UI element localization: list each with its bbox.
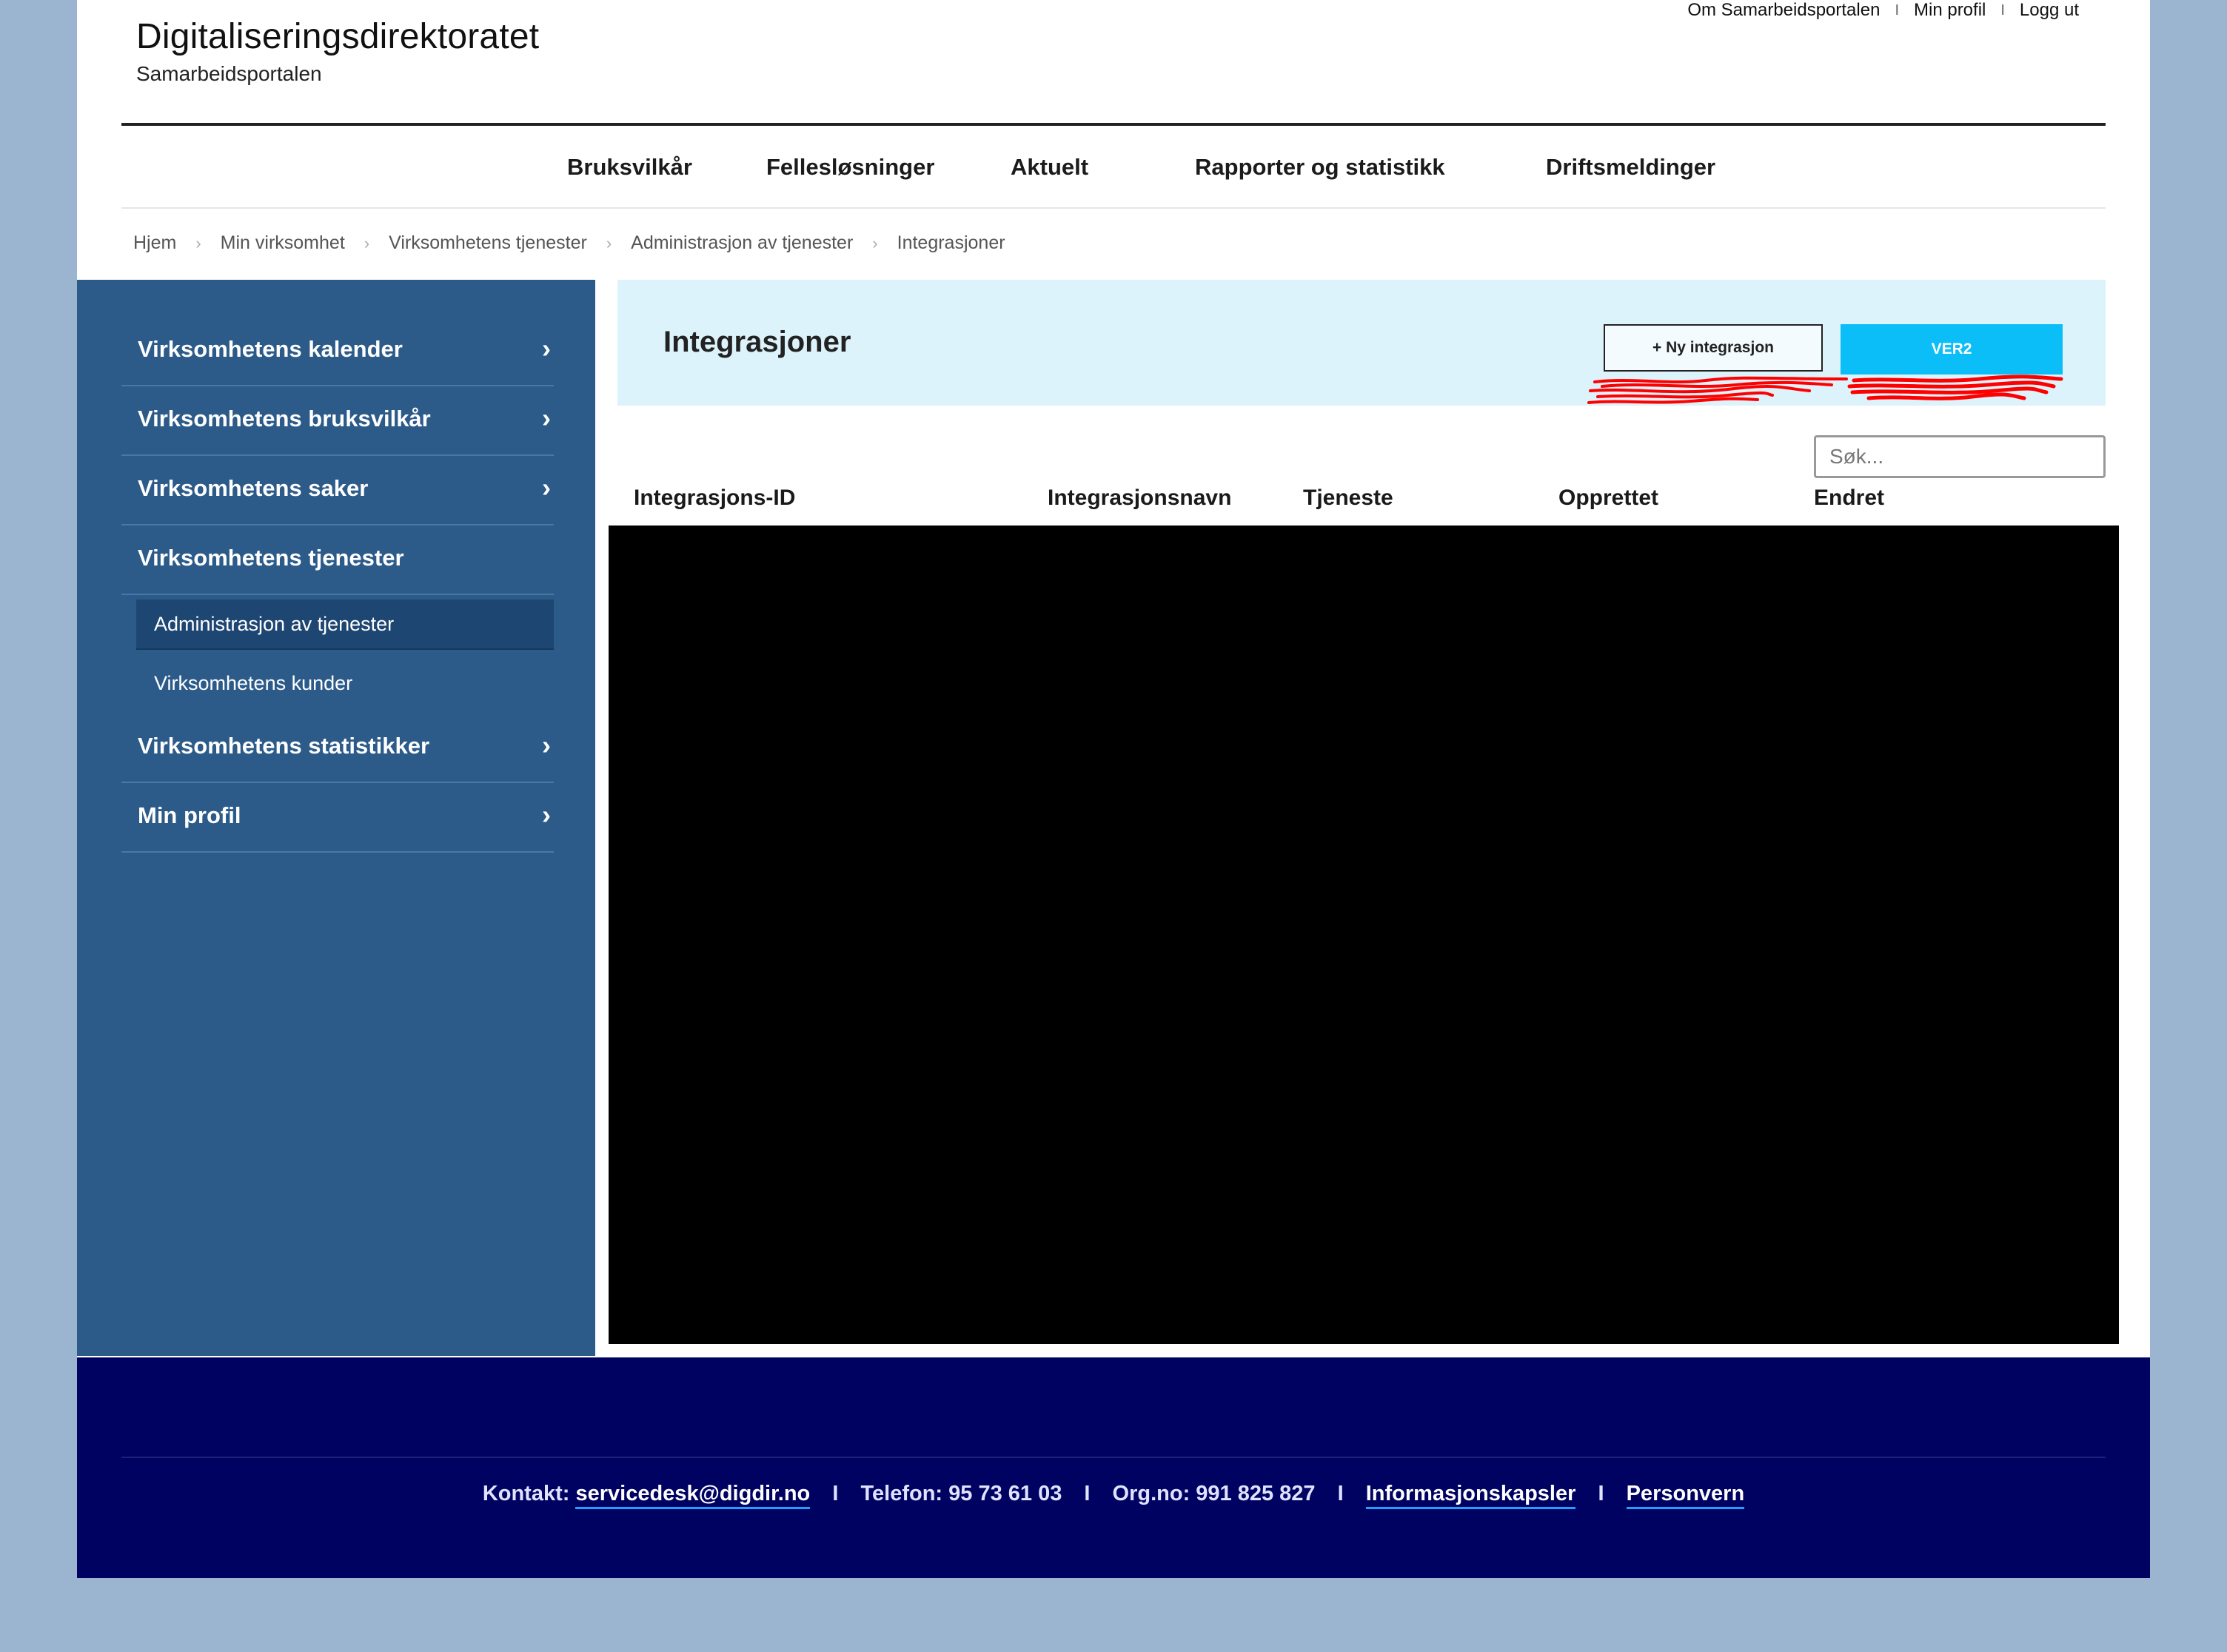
red-scribble-annotation [1587, 376, 1848, 404]
new-integration-button[interactable]: + Ny integrasjon [1604, 324, 1823, 372]
chevron-right-icon: › [542, 403, 551, 433]
sidebar-item-tjenester[interactable]: Virksomhetens tjenester [121, 526, 554, 595]
footer-privacy-link[interactable]: Personvern [1626, 1482, 1745, 1509]
sidebar-subitem-virksomhetens-kunder[interactable]: Virksomhetens kunder [136, 659, 554, 708]
sidebar-item-label: Virksomhetens tjenester [138, 545, 404, 571]
footer-phone: Telefon: 95 73 61 03 [860, 1482, 1062, 1505]
breadcrumb-virksomhetens-tjenester[interactable]: Virksomhetens tjenester [389, 232, 587, 254]
column-header-integrasjonsnavn[interactable]: Integrasjonsnavn [1048, 486, 1231, 511]
top-link-separator: I [2000, 1, 2005, 19]
footer-orgno: Org.no: 991 825 827 [1112, 1482, 1316, 1505]
nav-bruksvilkar[interactable]: Bruksvilkår [567, 154, 692, 181]
footer-contact-line: Kontakt: servicedesk@digdir.no I Telefon… [77, 1482, 2150, 1509]
sidebar-item-kalender[interactable]: Virksomhetens kalender › [121, 317, 554, 386]
page: Digitaliseringsdirektoratet Samarbeidspo… [77, 0, 2150, 1578]
top-link-logg-ut[interactable]: Logg ut [2020, 0, 2079, 21]
breadcrumb-chevron-icon: › [364, 233, 370, 252]
top-link-om-samarbeidsportalen[interactable]: Om Samarbeidsportalen [1687, 0, 1880, 21]
sidebar-item-label: Virksomhetens bruksvilkår [138, 406, 431, 432]
sidebar: Virksomhetens kalender › Virksomhetens b… [77, 280, 595, 1356]
column-header-integrasjons-id[interactable]: Integrasjons-ID [634, 486, 795, 511]
footer-divider [121, 1457, 2106, 1458]
ver2-button[interactable]: VER2 [1841, 324, 2063, 375]
sidebar-item-statistikker[interactable]: Virksomhetens statistikker › [121, 713, 554, 783]
breadcrumb-min-virksomhet[interactable]: Min virksomhet [221, 232, 345, 254]
column-header-tjeneste[interactable]: Tjeneste [1303, 486, 1393, 511]
footer: Kontakt: servicedesk@digdir.no I Telefon… [77, 1357, 2150, 1578]
footer-contact-label: Kontakt: [482, 1482, 570, 1505]
brand-subtitle: Samarbeidsportalen [136, 62, 322, 85]
page-title: Integrasjoner [663, 326, 851, 358]
sidebar-item-min-profil[interactable]: Min profil › [121, 783, 554, 853]
footer-separator: I [1084, 1482, 1091, 1505]
sidebar-subitem-label: Administrasjon av tjenester [154, 613, 395, 635]
breadcrumb-current: Integrasjoner [897, 232, 1005, 253]
brand-name[interactable]: Digitaliseringsdirektoratet [136, 16, 539, 57]
table-header: Integrasjons-ID Integrasjonsnavn Tjenest… [617, 480, 2106, 526]
sidebar-item-saker[interactable]: Virksomhetens saker › [121, 456, 554, 526]
nav-felleslosninger[interactable]: Fellesløsninger [766, 154, 934, 181]
sidebar-item-label: Virksomhetens saker [138, 475, 369, 501]
breadcrumb: Hjem › Min virksomhet › Virksomhetens tj… [133, 232, 1005, 254]
sidebar-item-label: Min profil [138, 802, 241, 828]
column-header-endret[interactable]: Endret [1814, 486, 1884, 511]
sidebar-item-label: Virksomhetens kalender [138, 336, 403, 362]
footer-separator: I [1337, 1482, 1344, 1505]
breadcrumb-chevron-icon: › [195, 233, 201, 252]
breadcrumb-chevron-icon: › [606, 233, 612, 252]
footer-cookies-link[interactable]: Informasjonskapsler [1365, 1482, 1576, 1509]
footer-separator: I [1598, 1482, 1604, 1505]
table-body-redacted [609, 526, 2119, 1344]
nav-driftsmeldinger[interactable]: Driftsmeldinger [1546, 154, 1715, 181]
content-header: Integrasjoner + Ny integrasjon VER2 [617, 280, 2106, 406]
sidebar-item-label: Virksomhetens statistikker [138, 733, 430, 759]
breadcrumb-administrasjon-av-tjenester[interactable]: Administrasjon av tjenester [631, 232, 853, 254]
nav-aktuelt[interactable]: Aktuelt [1011, 154, 1088, 181]
chevron-right-icon: › [542, 472, 551, 503]
chevron-right-icon: › [542, 799, 551, 830]
footer-separator: I [832, 1482, 839, 1505]
sidebar-subitem-administrasjon-av-tjenester[interactable]: Administrasjon av tjenester [136, 600, 554, 650]
top-link-separator: I [1895, 1, 1899, 19]
column-header-opprettet[interactable]: Opprettet [1558, 486, 1658, 511]
top-links: Om Samarbeidsportalen I Min profil I Log… [1687, 0, 2079, 21]
chevron-right-icon: › [542, 730, 551, 760]
search-input[interactable] [1814, 435, 2106, 478]
chevron-right-icon: › [542, 333, 551, 363]
main-nav: Bruksvilkår Fellesløsninger Aktuelt Rapp… [121, 126, 2106, 209]
breadcrumb-hjem[interactable]: Hjem [133, 232, 176, 254]
breadcrumb-chevron-icon: › [872, 233, 878, 252]
sidebar-item-bruksvilkar[interactable]: Virksomhetens bruksvilkår › [121, 386, 554, 456]
red-scribble-annotation [1847, 375, 2063, 400]
top-link-min-profil[interactable]: Min profil [1914, 0, 1986, 21]
footer-email-link[interactable]: servicedesk@digdir.no [575, 1482, 811, 1509]
nav-rapporter-og-statistikk[interactable]: Rapporter og statistikk [1195, 154, 1445, 181]
sidebar-subitem-label: Virksomhetens kunder [154, 672, 353, 694]
